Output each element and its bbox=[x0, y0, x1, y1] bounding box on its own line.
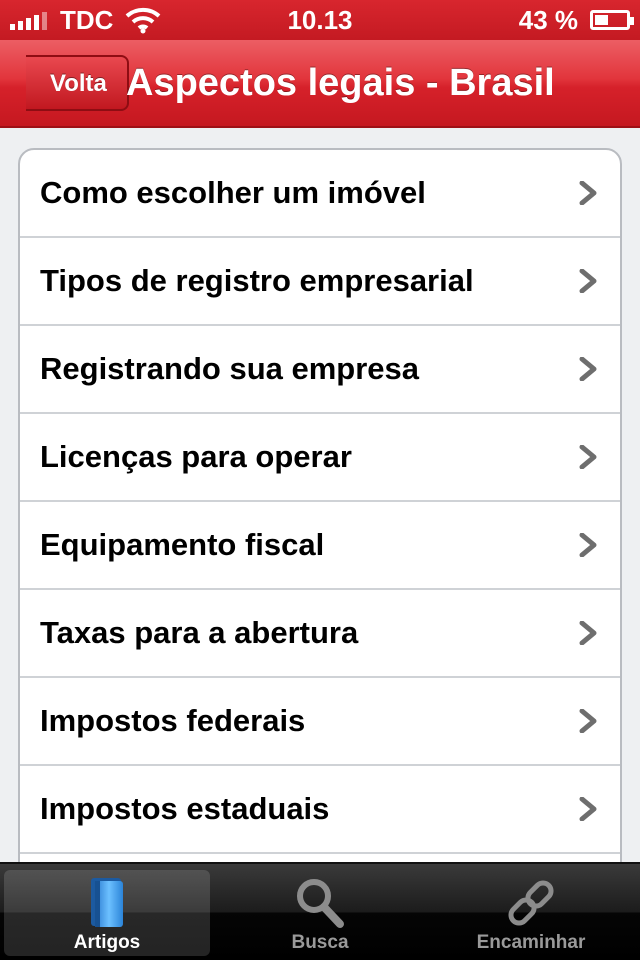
app-screen: TDC 10.13 43 % Volta Aspectos legais - B… bbox=[0, 0, 640, 960]
list-item-label: Registrando sua empresa bbox=[40, 351, 420, 386]
list-item[interactable]: Taxas para a abertura bbox=[20, 590, 620, 678]
back-button-label: Volta bbox=[50, 70, 107, 97]
battery-level bbox=[595, 15, 608, 25]
list-item[interactable]: Impostos estaduais bbox=[20, 766, 620, 854]
tab-label: Busca bbox=[291, 932, 349, 953]
tab-busca[interactable]: Busca bbox=[217, 870, 423, 956]
navigation-bar: Volta Aspectos legais - Brasil bbox=[0, 40, 640, 128]
list-item[interactable]: Tipos de registro empresarial bbox=[20, 238, 620, 326]
chevron-right-icon bbox=[579, 797, 597, 821]
chevron-right-icon bbox=[579, 181, 597, 205]
battery-percentage: 43 % bbox=[518, 4, 578, 35]
book-icon bbox=[4, 876, 210, 930]
list-item[interactable]: Registrando sua empresa bbox=[20, 326, 620, 414]
list-item-label: Impostos federais bbox=[40, 703, 306, 738]
page-title: Aspectos legais - Brasil bbox=[126, 62, 555, 104]
chevron-right-icon bbox=[579, 709, 597, 733]
list-item-label: Tipos de registro empresarial bbox=[40, 263, 474, 298]
tab-bar: Artigos Busca Encaminhar bbox=[0, 862, 640, 960]
article-list: Como escolher um imóvel Tipos de registr… bbox=[18, 148, 622, 862]
chevron-right-icon bbox=[579, 445, 597, 469]
list-item[interactable]: Equipamento fiscal bbox=[20, 502, 620, 590]
status-right: 43 % bbox=[518, 4, 634, 36]
list-item[interactable]: Impostos federais bbox=[20, 678, 620, 766]
chevron-right-icon bbox=[579, 621, 597, 645]
chevron-right-icon bbox=[579, 357, 597, 381]
list-item[interactable]: Como escolher um imóvel bbox=[20, 150, 620, 238]
list-item-label: Impostos estaduais bbox=[40, 791, 330, 826]
status-bar: TDC 10.13 43 % bbox=[0, 0, 640, 40]
list-item[interactable]: Licenças para operar bbox=[20, 414, 620, 502]
list-item-label: Licenças para operar bbox=[40, 439, 352, 474]
list-item-label: Equipamento fiscal bbox=[40, 527, 325, 562]
tab-label: Artigos bbox=[73, 932, 141, 953]
list-item-label: Como escolher um imóvel bbox=[40, 175, 426, 210]
chevron-right-icon bbox=[579, 269, 597, 293]
list-item-label: Taxas para a abertura bbox=[40, 615, 359, 650]
chevron-right-icon bbox=[579, 533, 597, 557]
chain-link-icon bbox=[428, 876, 634, 930]
back-button[interactable]: Volta bbox=[10, 55, 129, 111]
list-item-partial[interactable] bbox=[20, 854, 620, 862]
battery-icon bbox=[590, 10, 634, 30]
content-area[interactable]: Como escolher um imóvel Tipos de registr… bbox=[0, 128, 640, 862]
magnifier-icon bbox=[217, 876, 423, 930]
tab-label: Encaminhar bbox=[476, 932, 586, 953]
tab-encaminhar[interactable]: Encaminhar bbox=[428, 870, 634, 956]
tab-artigos[interactable]: Artigos bbox=[4, 870, 210, 956]
back-button-shape[interactable]: Volta bbox=[26, 55, 129, 111]
